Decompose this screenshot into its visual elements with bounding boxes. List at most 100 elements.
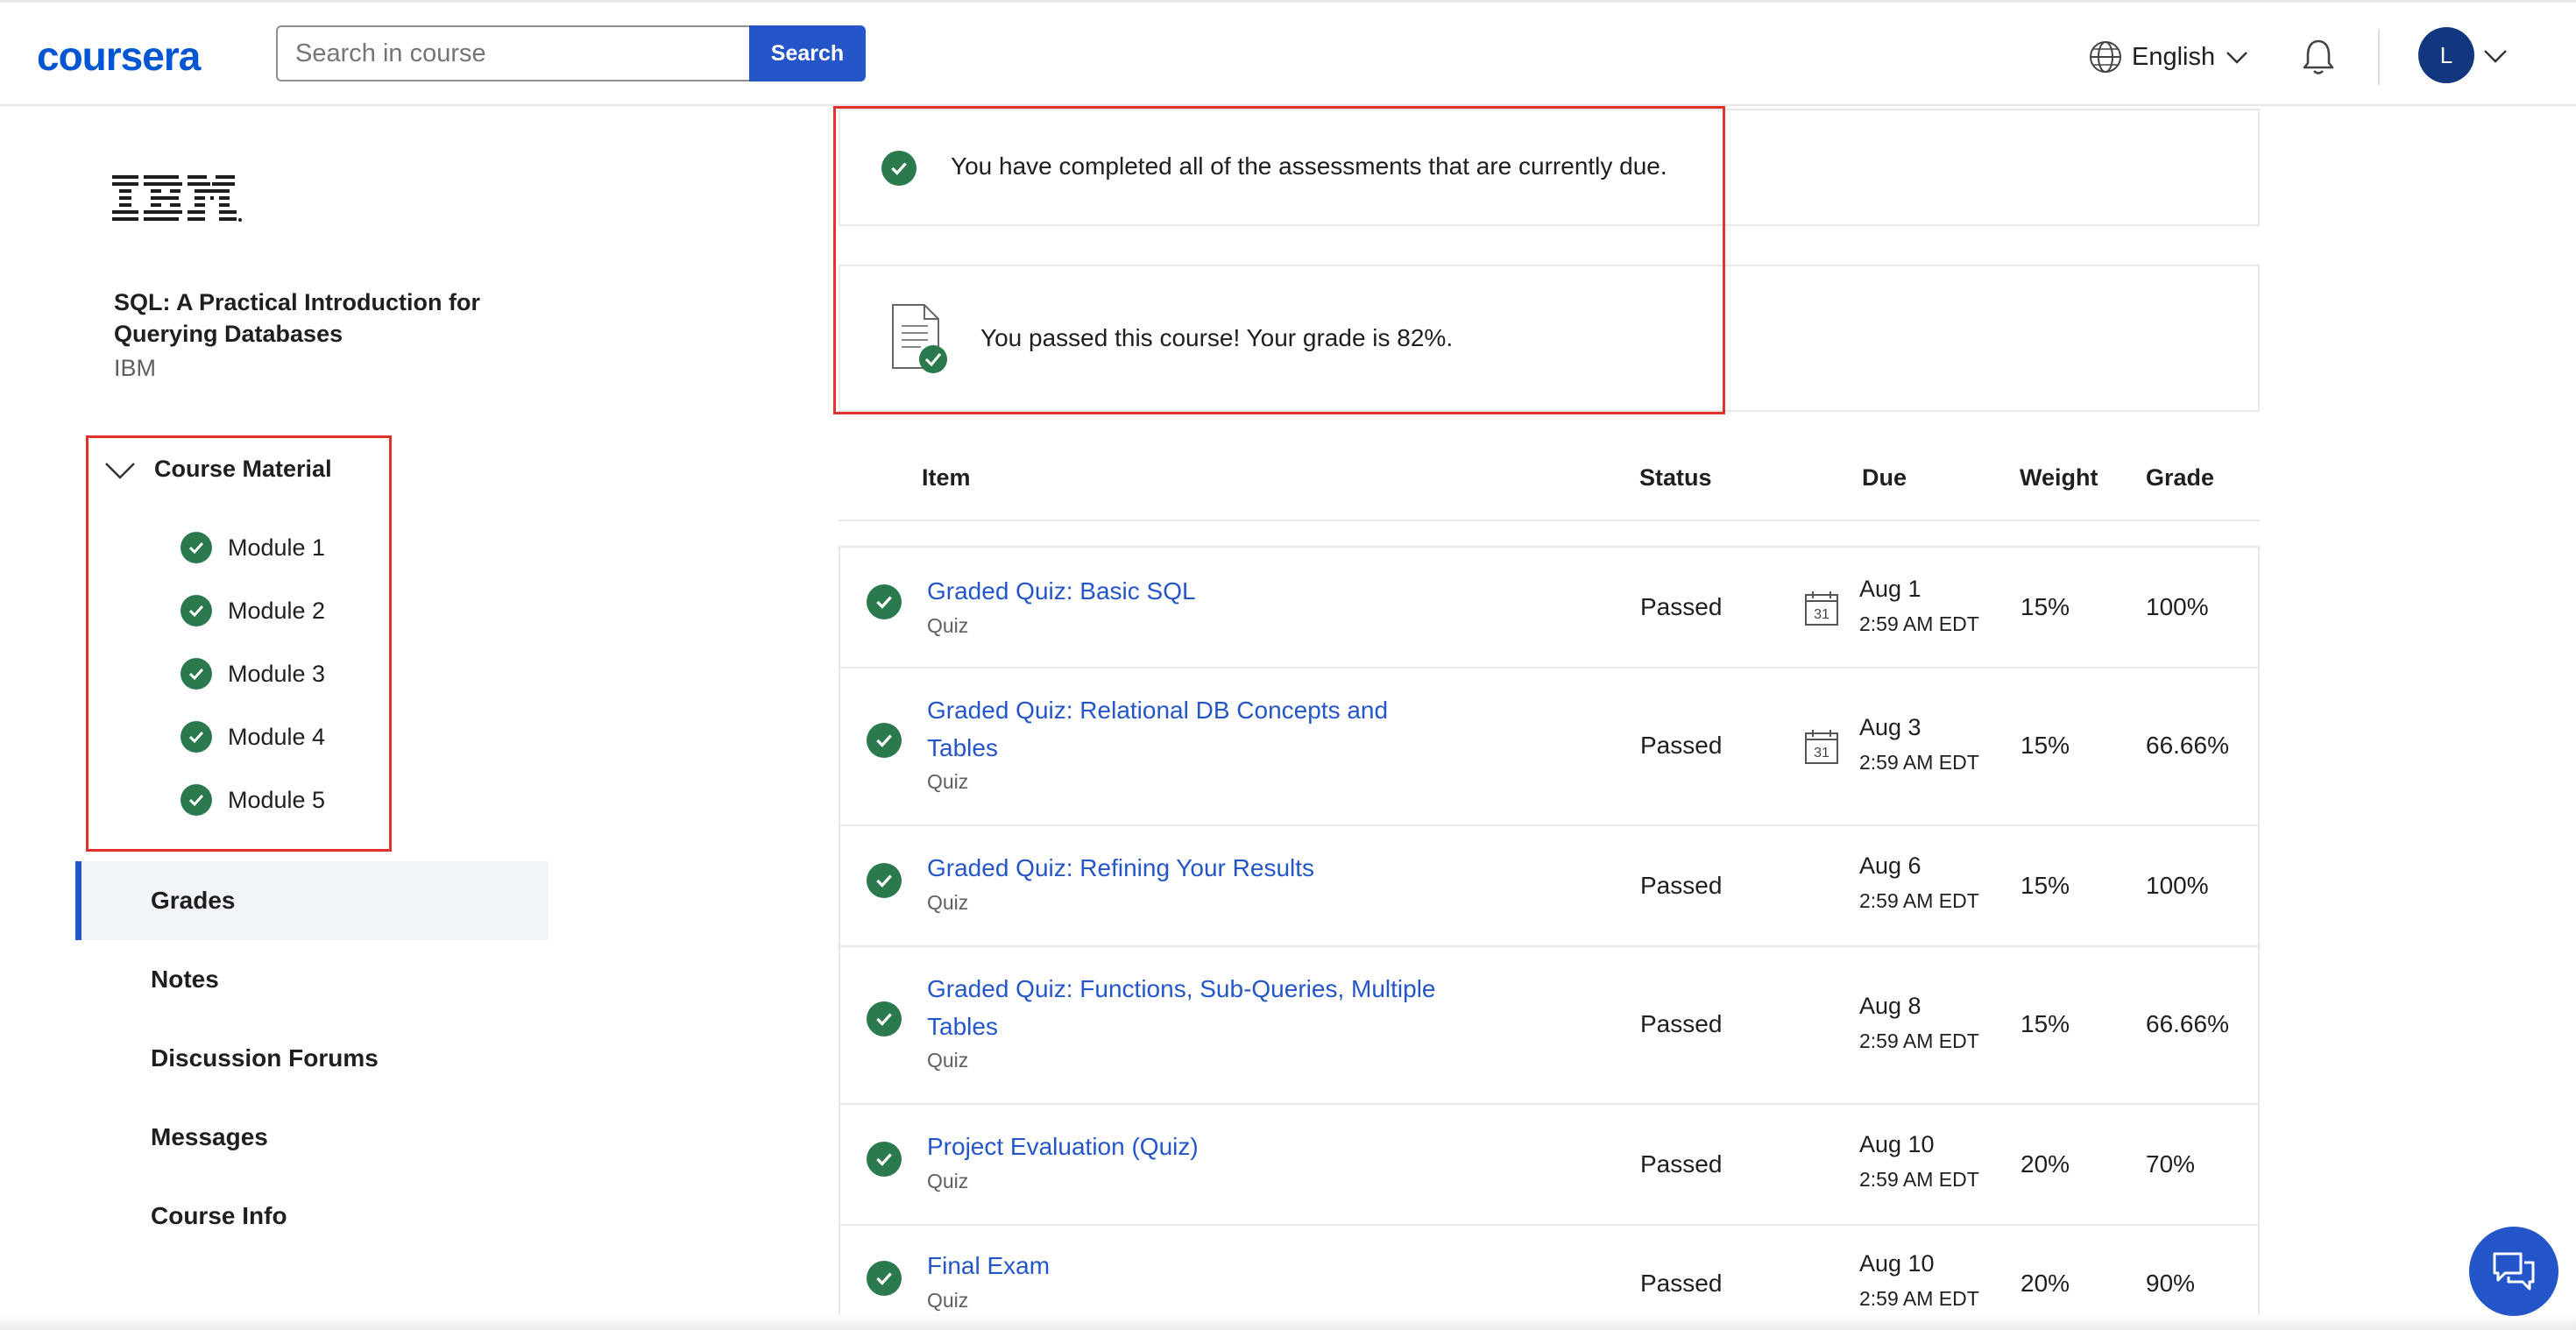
bottom-edge [0,1314,2576,1330]
column-header-weight: Weight [2020,464,2098,491]
header-divider [2378,29,2380,85]
column-header-grade: Grade [2146,464,2215,491]
due-date: Aug 6 [1859,852,1921,879]
check-circle-icon [180,658,212,690]
check-circle-icon [867,1261,902,1296]
sidebar-item-module-1[interactable]: Module 1 [180,530,325,565]
column-header-status: Status [1639,464,1712,491]
item-grade: 66.66% [2146,732,2229,759]
language-selector[interactable]: English [2088,38,2250,76]
item-status: Passed [1640,732,1723,759]
item-status: Passed [1640,872,1723,899]
user-avatar[interactable]: L [2418,27,2474,83]
ibm-logo [112,175,242,222]
item-weight: 20% [2020,1150,2070,1178]
item-grade: 90% [2146,1270,2196,1297]
check-circle-icon [867,1001,902,1036]
course-title: SQL: A Practical Introduction for Queryi… [114,289,481,347]
chat-button[interactable] [2469,1227,2558,1316]
check-circle-icon [867,1142,902,1177]
item-link[interactable]: Graded Quiz: Relational DB Concepts and … [927,691,1400,767]
item-status: Passed [1640,1150,1723,1178]
highlight-box-notices [833,106,1725,414]
module-label: Module 5 [228,786,326,813]
course-material-label: Course Material [154,456,332,482]
item-type: Quiz [927,1289,969,1312]
due-date: Aug 10 [1859,1131,1935,1157]
due-time: 2:59 AM EDT [1859,1287,1979,1310]
item-link[interactable]: Graded Quiz: Refining Your Results [927,849,1453,887]
due-date: Aug 1 [1859,576,1921,602]
table-row: Graded Quiz: Refining Your Results Quiz … [839,826,2260,947]
chevron-down-icon [105,462,135,479]
course-org: IBM [114,355,157,381]
item-link[interactable]: Graded Quiz: Functions, Sub-Queries, Mul… [927,970,1453,1045]
sidebar-item-module-4[interactable]: Module 4 [180,719,325,754]
sidebar-item-module-3[interactable]: Module 3 [180,656,325,691]
item-grade: 100% [2146,593,2209,620]
notifications-bell-icon[interactable] [2297,36,2339,78]
item-type: Quiz [927,614,969,637]
check-circle-icon [180,784,212,816]
item-weight: 15% [2020,732,2070,759]
due-time: 2:59 AM EDT [1859,612,1979,635]
item-weight: 15% [2020,593,2070,620]
top-header: coursera Search English L [0,0,2576,106]
table-header-divider [839,520,2260,521]
globe-icon [2090,41,2121,73]
search-button[interactable]: Search [749,25,866,81]
sidebar-item-discussion-forums[interactable]: Discussion Forums [75,1019,548,1098]
item-link[interactable]: Project Evaluation (Quiz) [927,1128,1453,1165]
check-circle-icon [180,595,212,626]
sidebar-item-module-5[interactable]: Module 5 [180,782,325,817]
column-header-item: Item [922,464,971,491]
due-date: Aug 10 [1859,1250,1935,1277]
item-type: Quiz [927,1049,969,1072]
svg-text:31: 31 [1814,746,1829,761]
chevron-down-icon [2226,52,2247,64]
item-weight: 15% [2020,872,2070,899]
due-time: 2:59 AM EDT [1859,1029,1979,1052]
item-grade: 70% [2146,1150,2196,1178]
item-link[interactable]: Graded Quiz: Basic SQL [927,572,1453,610]
sidebar-item-grades[interactable]: Grades [75,861,548,940]
item-grade: 66.66% [2146,1010,2229,1037]
item-type: Quiz [927,1170,969,1192]
due-date: Aug 8 [1859,993,1921,1019]
module-label: Module 2 [228,597,326,624]
table-row: Project Evaluation (Quiz) Quiz Passed Au… [839,1105,2260,1226]
item-status: Passed [1640,1010,1723,1037]
account-chevron-down-icon[interactable] [2481,41,2509,69]
check-circle-icon [867,723,902,758]
item-status: Passed [1640,1270,1723,1297]
module-label: Module 1 [228,534,326,561]
item-status: Passed [1640,593,1723,620]
sidebar-item-messages[interactable]: Messages [75,1098,548,1177]
check-circle-icon [180,532,212,563]
sidebar-item-notes[interactable]: Notes [75,940,548,1019]
check-circle-icon [180,721,212,753]
table-row: Graded Quiz: Basic SQL Quiz Passed 31 Au… [839,546,2260,669]
item-weight: 20% [2020,1270,2070,1297]
check-circle-icon [867,863,902,898]
module-label: Module 3 [228,660,326,687]
item-type: Quiz [927,770,969,793]
search-input[interactable] [276,25,750,81]
sidebar-item-course-info[interactable]: Course Info [75,1177,548,1256]
table-row: Graded Quiz: Functions, Sub-Queries, Mul… [839,947,2260,1105]
sidebar-item-module-2[interactable]: Module 2 [180,593,325,628]
due-time: 2:59 AM EDT [1859,751,1979,774]
column-header-due: Due [1862,464,1907,491]
item-weight: 15% [2020,1010,2070,1037]
check-circle-icon [867,584,902,619]
coursera-logo[interactable]: coursera [37,32,201,80]
language-label: English [2132,42,2216,71]
calendar-icon: 31 [1805,730,1838,764]
svg-text:31: 31 [1814,607,1829,622]
chat-bubbles-icon [2493,1252,2535,1291]
calendar-icon: 31 [1805,591,1838,626]
due-time: 2:59 AM EDT [1859,889,1979,912]
item-link[interactable]: Final Exam [927,1247,1453,1284]
course-material-toggle[interactable]: Course Material [103,456,332,483]
item-grade: 100% [2146,872,2209,899]
